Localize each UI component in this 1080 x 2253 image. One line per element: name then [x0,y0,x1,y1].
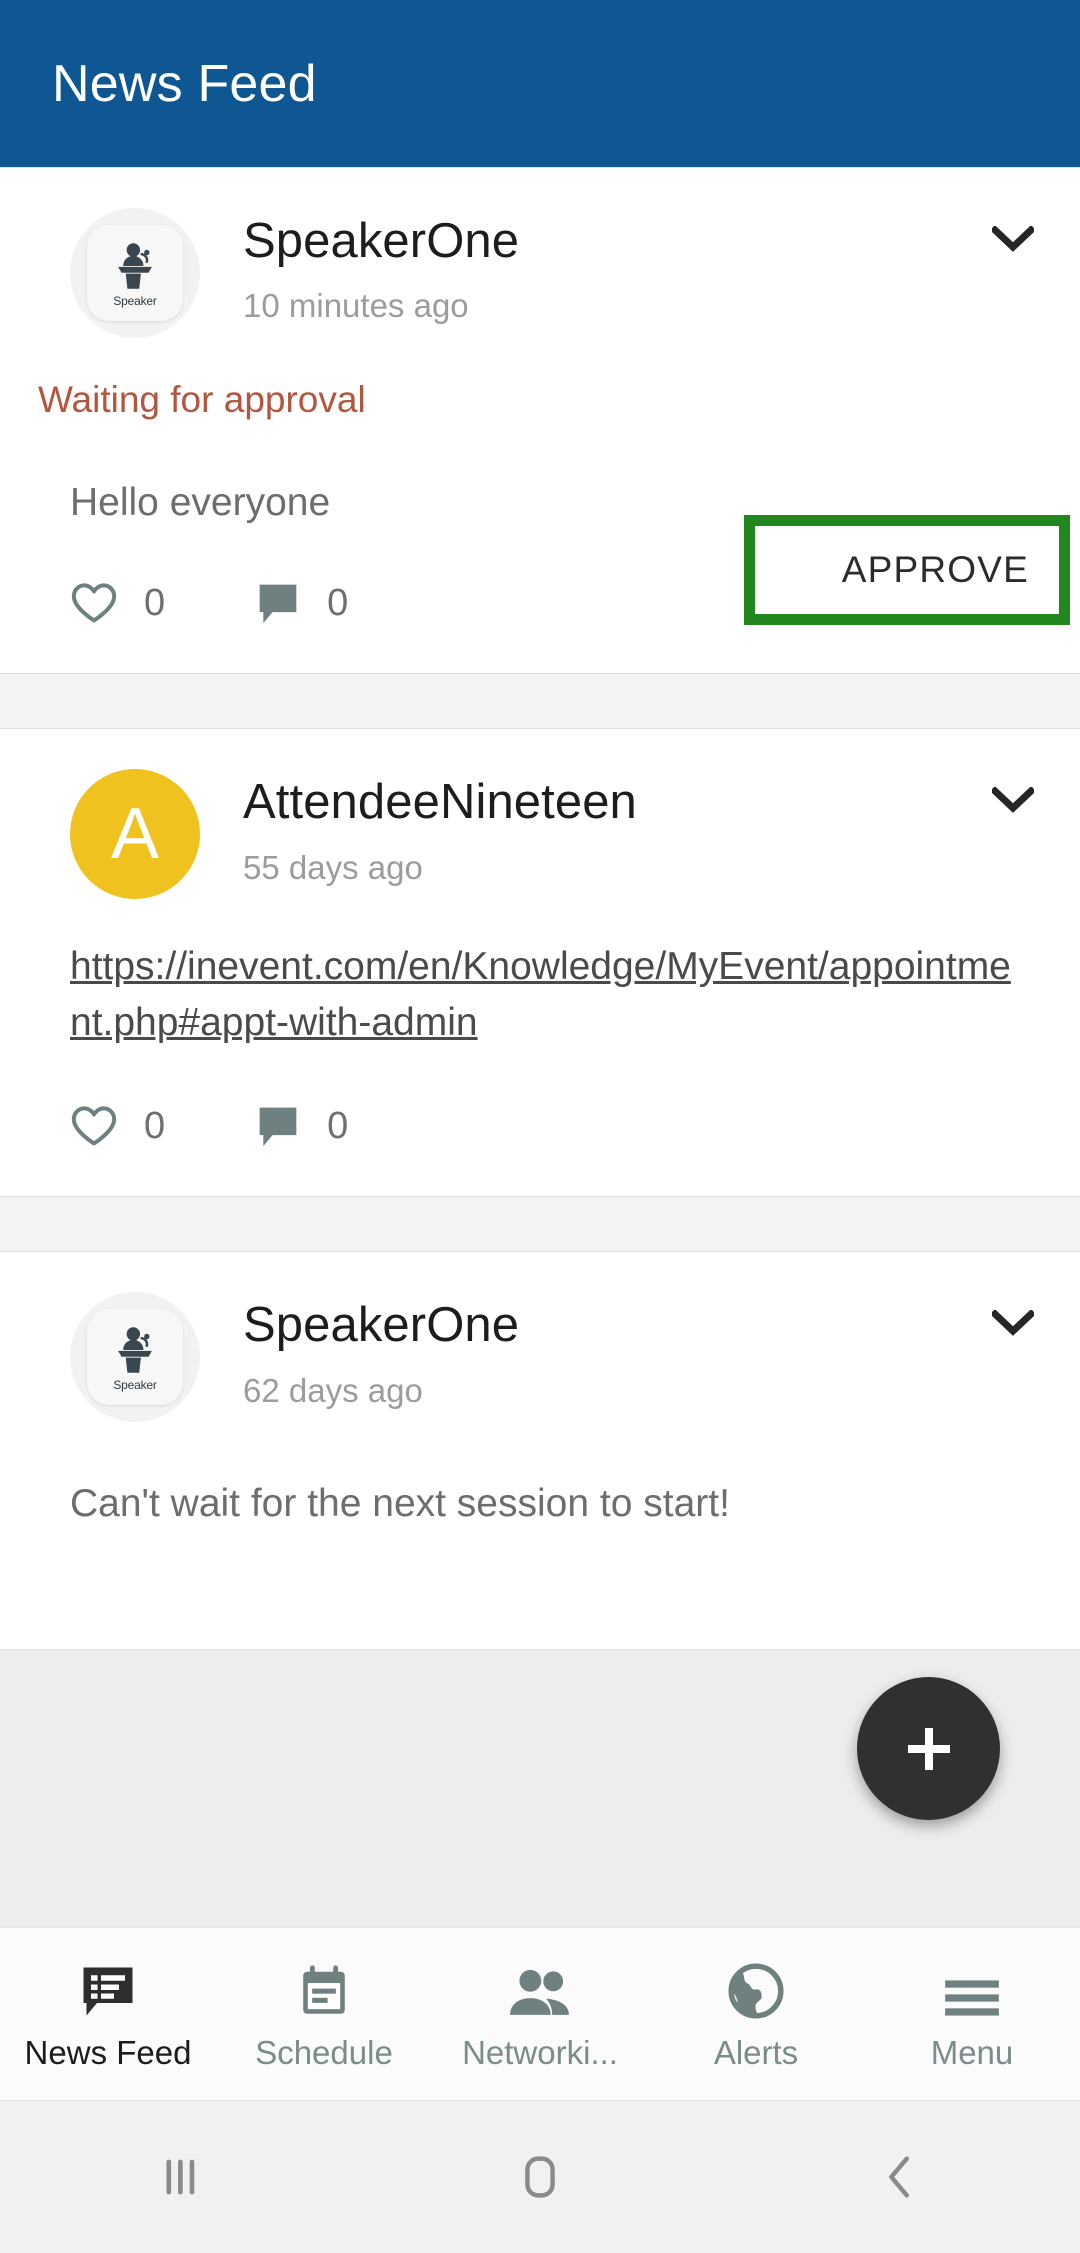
globe-icon [725,1960,787,2022]
post-header: A AttendeeNineteen 55 days ago [0,729,1080,900]
approve-highlight-box: APPROVE [744,515,1070,626]
nav-item-alerts[interactable]: Alerts [648,1960,864,2069]
post-separator [0,674,1080,729]
nav-item-networking[interactable]: Networki... [432,1960,648,2069]
comment-action[interactable]: 0 [255,1104,348,1148]
comment-count: 0 [327,582,349,625]
comment-count: 0 [327,1105,349,1148]
nav-label: News Feed [24,2035,192,2069]
hamburger-icon [941,1960,1003,2022]
create-post-fab[interactable] [857,1677,1000,1820]
nav-label: Menu [930,2035,1014,2069]
recents-icon [166,2159,195,2195]
post-author[interactable]: AttendeeNineteen [243,776,1052,828]
post-card: A AttendeeNineteen 55 days ago https://i… [0,728,1080,1198]
podium-icon [118,1326,152,1373]
post-card: Speaker SpeakerOne 10 minutes ago Waitin… [0,167,1080,675]
app-bar: News Feed [0,0,1080,167]
post-actions: 0 0 [0,1050,1080,1196]
nav-item-news-feed[interactable]: News Feed [0,1960,216,2069]
home-icon [525,2156,555,2198]
android-system-nav [0,2100,1080,2253]
nav-label: Schedule [255,2035,393,2069]
post-menu-button[interactable] [990,777,1036,823]
post-header: Speaker SpeakerOne 62 days ago [0,1252,1080,1423]
like-action[interactable]: 0 [70,581,165,625]
post-separator [0,1197,1080,1252]
back-button[interactable] [720,2148,1080,2206]
post-link[interactable]: https://inevent.com/en/Knowledge/MyEvent… [0,899,1080,1050]
speaker-badge-label: Speaker [113,1377,157,1392]
comment-icon [259,1107,297,1147]
post-meta: AttendeeNineteen 55 days ago [243,769,1052,883]
post-card: Speaker SpeakerOne 62 days ago Can't wai… [0,1251,1080,1650]
post-meta: SpeakerOne 10 minutes ago [243,208,1052,322]
phone-screen: News Feed Speaker SpeakerOne 10 minutes … [0,0,1080,2253]
news-feed-icon [77,1960,139,2022]
plus-icon [907,1727,950,1770]
avatar[interactable]: Speaker [70,1292,200,1423]
post-text: Hello everyone [70,480,331,524]
post-actions: 0 0 APPROVE [0,515,1080,673]
comment-action[interactable]: 0 [255,581,348,625]
home-button[interactable] [360,2148,720,2206]
post-text: Can't wait for the next session to start… [70,1482,730,1526]
post-timestamp: 10 minutes ago [243,287,469,325]
post-menu-button[interactable] [990,216,1036,262]
chevron-down-icon [992,1310,1034,1337]
recents-button[interactable] [0,2148,360,2206]
nav-item-schedule[interactable]: Schedule [216,1960,432,2069]
post-menu-button[interactable] [990,1300,1036,1346]
back-icon [889,2156,909,2198]
speaker-badge-label: Speaker [113,293,157,308]
speaker-badge-icon: Speaker [87,225,183,321]
people-icon [507,1960,573,2022]
post-timestamp: 55 days ago [243,848,423,886]
avatar[interactable]: A [70,769,200,900]
heart-icon [71,1106,117,1146]
post-author[interactable]: SpeakerOne [243,1299,1052,1351]
like-count: 0 [144,582,166,625]
speaker-badge-icon: Speaker [87,1309,183,1406]
post-author[interactable]: SpeakerOne [243,215,1052,267]
podium-icon [118,242,152,289]
like-action[interactable]: 0 [70,1104,165,1148]
approve-button[interactable]: APPROVE [842,549,1059,591]
comment-icon [259,585,297,624]
nav-item-menu[interactable]: Menu [864,1960,1080,2069]
calendar-icon [295,1960,353,2022]
avatar[interactable]: Speaker [70,208,200,338]
post-meta: SpeakerOne 62 days ago [243,1292,1052,1406]
news-feed-list[interactable]: Speaker SpeakerOne 10 minutes ago Waitin… [0,167,1080,1927]
nav-label: Networki... [462,2035,618,2069]
nav-label: Alerts [713,2035,799,2069]
heart-icon [71,583,117,623]
post-timestamp: 62 days ago [243,1371,423,1409]
chevron-down-icon [992,787,1034,814]
page-title: News Feed [52,54,317,113]
post-status: Waiting for approval [38,379,366,420]
bottom-navigation: News Feed Schedule Networki... Alerts Me… [0,1927,1080,2100]
post-header: Speaker SpeakerOne 10 minutes ago [0,168,1080,338]
chevron-down-icon [992,226,1034,252]
like-count: 0 [144,1105,166,1148]
